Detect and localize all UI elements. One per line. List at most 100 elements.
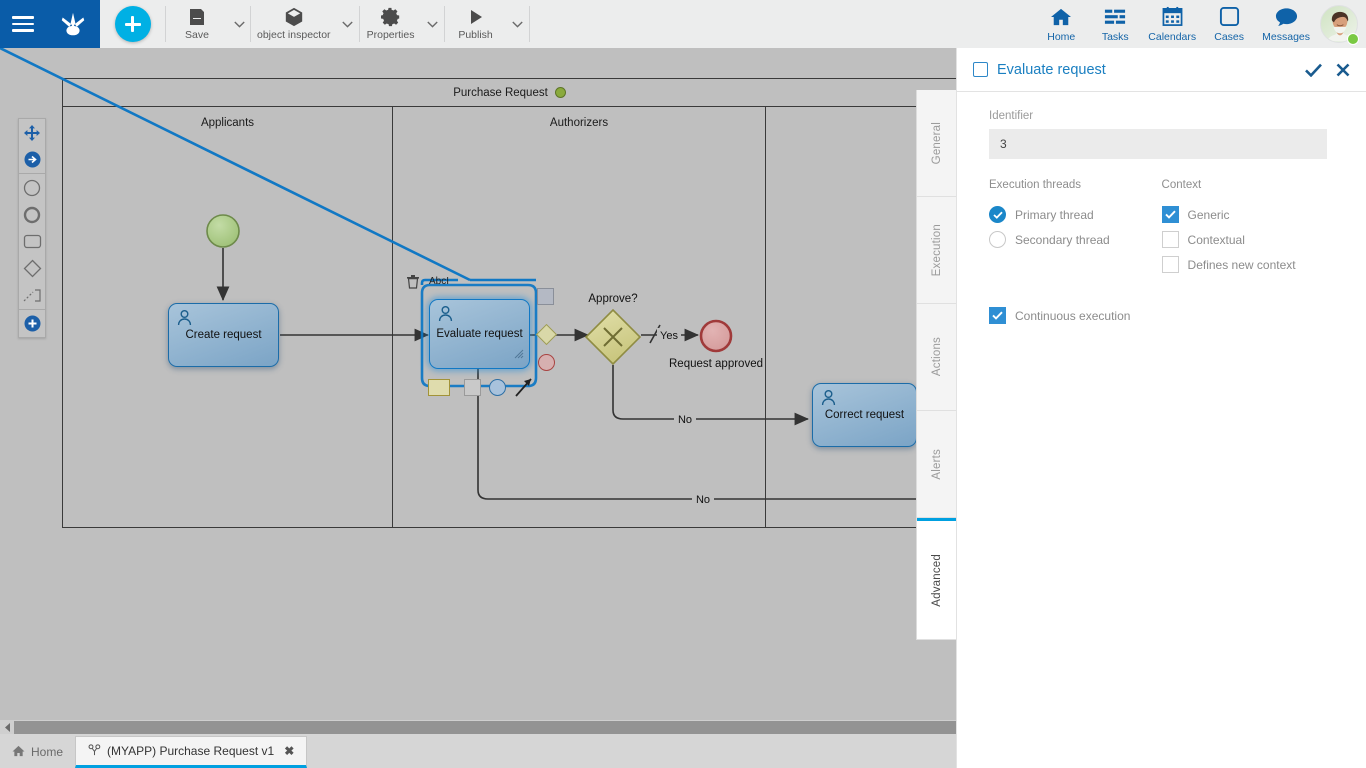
end-event-tool[interactable]	[18, 201, 46, 228]
resize-grip[interactable]	[514, 346, 524, 364]
user-task-icon	[438, 306, 453, 327]
pan-move-tool[interactable]	[18, 119, 46, 146]
panel-header: Evaluate request	[957, 48, 1366, 92]
lane-authorizers-title: Authorizers	[393, 117, 765, 129]
panel-confirm-button[interactable]	[1305, 63, 1322, 77]
add-end-event-handle[interactable]	[538, 354, 555, 371]
thick-circle-icon	[23, 206, 41, 224]
add-zone	[100, 0, 165, 48]
properties-dropdown-caret[interactable]	[422, 0, 444, 48]
nav-home[interactable]: Home	[1034, 0, 1088, 48]
pool-header[interactable]: Purchase Request	[62, 78, 956, 106]
pool-title: Purchase Request	[453, 87, 548, 99]
nav-calendars[interactable]: Calendars	[1142, 0, 1202, 48]
add-intermediate-event-handle[interactable]	[489, 379, 506, 396]
cube-icon	[284, 6, 304, 28]
element-palette[interactable]	[18, 118, 46, 338]
panel-body: Identifier Execution threads Primary thr…	[957, 92, 1366, 328]
object-inspector-button[interactable]: object inspector	[251, 0, 337, 48]
publish-dropdown-caret[interactable]	[507, 0, 529, 48]
tasks-list-icon	[1104, 6, 1126, 28]
save-dropdown-caret[interactable]	[228, 0, 250, 48]
tab-execution[interactable]: Execution	[917, 197, 957, 304]
case-square-icon	[1219, 6, 1240, 28]
add-element-tool[interactable]	[18, 310, 46, 337]
bottom-tab-purchase-request[interactable]: (MYAPP) Purchase Request v1 ✖	[75, 736, 307, 768]
scroll-left-arrow[interactable]	[0, 720, 14, 734]
task-evaluate-request[interactable]: Evaluate request	[429, 299, 530, 369]
gateway-tool[interactable]	[18, 255, 46, 282]
connector-tool[interactable]	[18, 282, 46, 309]
properties-button[interactable]: Properties	[360, 0, 422, 48]
radio-secondary-thread-control	[989, 231, 1006, 248]
panel-close-button[interactable]	[1336, 63, 1350, 77]
object-inspector-dropdown-caret[interactable]	[337, 0, 359, 48]
checkbox-generic[interactable]: Generic	[1162, 202, 1336, 227]
nav-tasks-label: Tasks	[1102, 31, 1129, 43]
execution-threads-group: Execution threads Primary thread Seconda…	[989, 179, 1162, 277]
tab-alerts[interactable]: Alerts	[917, 411, 957, 518]
properties-panel: Evaluate request Identifier Execution th…	[956, 48, 1366, 768]
add-task-handle[interactable]	[537, 288, 554, 305]
task-evaluate-request-label: Evaluate request	[430, 328, 529, 340]
checkbox-continuous-execution[interactable]: Continuous execution	[989, 303, 1336, 328]
nav-tasks[interactable]: Tasks	[1088, 0, 1142, 48]
nav-cases[interactable]: Cases	[1202, 0, 1256, 48]
tab-actions[interactable]: Actions	[917, 304, 957, 411]
close-tab-icon[interactable]: ✖	[284, 744, 294, 758]
checkbox-contextual[interactable]: Contextual	[1162, 227, 1336, 252]
arrow-right-circle-icon	[24, 151, 41, 168]
start-event-tool[interactable]	[18, 174, 46, 201]
pool-status-dot	[555, 87, 566, 98]
diagram-icon	[88, 744, 101, 759]
rename-handle[interactable]: AbcI	[429, 276, 449, 287]
app-logo-icon[interactable]	[58, 9, 88, 39]
diagram-canvas[interactable]: Purchase Request Applicants Authorizers	[0, 48, 956, 720]
task-correct-request-label: Correct request	[813, 409, 916, 421]
move-arrows-icon	[24, 125, 40, 141]
radio-primary-thread[interactable]: Primary thread	[989, 202, 1162, 227]
task-tool[interactable]	[18, 228, 46, 255]
toolbar-divider-5	[529, 6, 530, 42]
save-label: Save	[185, 30, 209, 41]
options-columns: Execution threads Primary thread Seconda…	[989, 179, 1336, 277]
avatar[interactable]	[1316, 0, 1362, 48]
panel-title-checkbox[interactable]	[973, 62, 988, 77]
tab-general-label: General	[931, 122, 943, 164]
tab-general[interactable]: General	[917, 90, 957, 197]
scrollbar-thumb[interactable]	[14, 721, 956, 734]
nav-messages[interactable]: Messages	[1256, 0, 1316, 48]
checkbox-defines-new-context[interactable]: Defines new context	[1162, 252, 1336, 277]
checkbox-continuous-execution-label: Continuous execution	[1015, 309, 1130, 323]
copy-handle[interactable]	[464, 379, 481, 396]
user-task-icon	[821, 390, 836, 411]
identifier-input[interactable]	[989, 129, 1327, 159]
object-inspector-label: object inspector	[257, 30, 331, 41]
add-annotation-handle[interactable]	[428, 379, 450, 396]
bottom-tab-home[interactable]: Home	[0, 736, 75, 768]
radio-secondary-thread[interactable]: Secondary thread	[989, 227, 1162, 252]
add-new-button[interactable]	[115, 6, 151, 42]
task-create-request[interactable]: Create request	[168, 303, 279, 367]
home-icon	[12, 745, 25, 760]
tab-advanced[interactable]: Advanced	[917, 518, 957, 640]
bottom-tab-bar: Home (MYAPP) Purchase Request v1 ✖	[0, 734, 956, 768]
delete-handle[interactable]	[406, 274, 420, 294]
identifier-label: Identifier	[989, 110, 1336, 122]
context-group: Context Generic Contextual Defines new c…	[1162, 179, 1336, 277]
hamburger-menu-icon[interactable]	[12, 16, 34, 32]
sequence-flow-tool[interactable]	[18, 146, 46, 173]
play-triangle-icon	[466, 6, 486, 28]
radio-secondary-thread-label: Secondary thread	[1015, 233, 1110, 247]
tab-advanced-label: Advanced	[931, 554, 943, 607]
save-button[interactable]: Save	[166, 0, 228, 48]
nav-home-label: Home	[1047, 31, 1075, 43]
task-correct-request[interactable]: Correct request	[812, 383, 917, 447]
horizontal-scrollbar[interactable]	[0, 720, 956, 734]
publish-button[interactable]: Publish	[445, 0, 507, 48]
checkbox-contextual-label: Contextual	[1188, 233, 1245, 247]
tab-actions-label: Actions	[931, 337, 943, 376]
bottom-tab-home-label: Home	[31, 745, 63, 759]
brand-block	[0, 0, 100, 48]
gateway-approve-label: Approve?	[563, 293, 663, 305]
